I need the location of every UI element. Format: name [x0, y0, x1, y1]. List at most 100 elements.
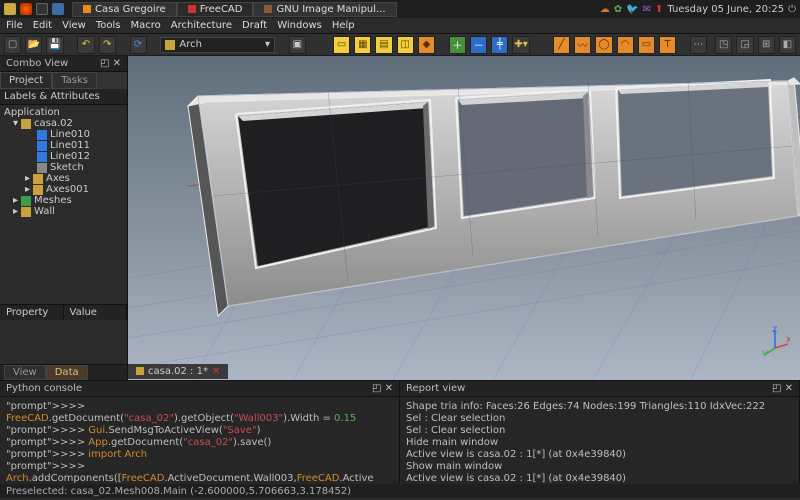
files-icon[interactable] [52, 3, 64, 15]
draft-text-icon[interactable]: T [659, 36, 676, 54]
window-tab-0[interactable]: Casa Gregoire [72, 2, 177, 17]
expander-icon[interactable]: ▾ [13, 118, 18, 129]
arch-wall-icon[interactable]: ▭ [333, 36, 350, 54]
tree-item-axes001[interactable]: ▸Axes001 [2, 184, 125, 195]
close-icon[interactable]: ✕ [785, 383, 793, 394]
draft-arc-icon[interactable]: ◠ [617, 36, 634, 54]
leaf-icon[interactable]: ✿ [614, 4, 622, 15]
close-icon[interactable]: ✕ [212, 366, 220, 377]
draft-rect-icon[interactable]: ▭ [638, 36, 655, 54]
menu-draft[interactable]: Draft [242, 20, 267, 31]
viewport-doc-tab[interactable]: casa.02 : 1* ✕ [128, 364, 228, 379]
tree-item-sketch[interactable]: Sketch [2, 162, 125, 173]
svg-text:y: y [762, 348, 768, 356]
menu-help[interactable]: Help [332, 20, 355, 31]
expander-icon[interactable]: ▸ [13, 206, 18, 217]
updates-icon[interactable]: ⬆ [655, 4, 663, 15]
tree-item-meshes[interactable]: ▸Meshes [2, 195, 125, 206]
tab-data[interactable]: Data [46, 365, 88, 380]
arch-remove-icon[interactable]: － [470, 36, 487, 54]
draft-line-icon[interactable]: ╱ [553, 36, 570, 54]
undo-icon[interactable]: ↶ [77, 36, 94, 54]
window-tab-label: GNU Image Manipul... [276, 4, 385, 15]
new-icon[interactable]: ▢ [4, 36, 21, 54]
save-icon[interactable]: 💾 [46, 36, 63, 54]
tab-view[interactable]: View [4, 365, 46, 380]
tree-app[interactable]: Application [2, 107, 125, 118]
python-console-body[interactable]: "prompt">>>> FreeCAD.getDocument("casa_0… [0, 397, 399, 484]
toolbar-more-icon[interactable]: ⋯ [690, 36, 707, 54]
menu-edit[interactable]: Edit [33, 20, 52, 31]
toolbar-right-2-icon[interactable]: ◲ [736, 36, 753, 54]
window-tab-2[interactable]: GNU Image Manipul... [253, 2, 396, 17]
menu-view[interactable]: View [62, 20, 86, 31]
tab-tasks[interactable]: Tasks [52, 72, 97, 89]
cloud-icon[interactable]: ☁ [600, 4, 610, 15]
model-tree[interactable]: Application ▾casa.02 Line010 Line011 Lin… [0, 105, 127, 304]
undock-icon[interactable]: ◰ [372, 383, 381, 394]
expander-icon[interactable]: ▸ [25, 184, 30, 195]
window-tab-1[interactable]: FreeCAD [177, 2, 254, 17]
undock-icon[interactable]: ◰ [772, 383, 781, 394]
toolbar-right-3-icon[interactable]: ⊞ [758, 36, 775, 54]
tree-doc[interactable]: ▾casa.02 [2, 118, 125, 129]
mesh-icon [21, 196, 31, 206]
python-console-title: Python console ◰ ✕ [0, 381, 399, 397]
menu-file[interactable]: File [6, 20, 23, 31]
report-view-body[interactable]: Shape tria info: Faces:26 Edges:74 Nodes… [400, 397, 799, 484]
menu-macro[interactable]: Macro [130, 20, 160, 31]
macro-record-icon[interactable]: ▣ [289, 36, 306, 54]
app-icon [188, 5, 196, 13]
arch-section-icon[interactable]: ✚▾ [512, 36, 529, 54]
report-view: Report view ◰ ✕ Shape tria info: Faces:2… [400, 381, 800, 484]
tree-item-wall[interactable]: ▸Wall [2, 206, 125, 217]
arch-site-icon[interactable]: ◆ [418, 36, 435, 54]
tree-item-line012[interactable]: Line012 [2, 151, 125, 162]
terminal-icon[interactable] [36, 3, 48, 15]
tree-item-line011[interactable]: Line011 [2, 140, 125, 151]
toolbar-right-1-icon[interactable]: ◳ [715, 36, 732, 54]
clock[interactable]: Tuesday 05 June, 20:25 [667, 4, 784, 15]
ubuntu-icon[interactable] [4, 3, 16, 15]
app-icon [83, 5, 91, 13]
close-icon[interactable]: ✕ [385, 383, 393, 394]
axis-gizmo[interactable]: xyz [760, 326, 790, 356]
expander-icon[interactable]: ▸ [13, 195, 18, 206]
pane-buttons: ◰ ✕ [100, 58, 121, 69]
main-area: Combo View ◰ ✕ Project Tasks Labels & At… [0, 56, 800, 380]
arch-building-icon[interactable]: ◫ [397, 36, 414, 54]
close-icon[interactable]: ✕ [113, 58, 121, 69]
firefox-icon[interactable] [20, 3, 32, 15]
3d-viewport[interactable]: xyz casa.02 : 1* ✕ [128, 56, 800, 380]
open-icon[interactable]: 📂 [25, 36, 42, 54]
viewport-doc-label: casa.02 : 1* [148, 366, 208, 377]
tab-project[interactable]: Project [0, 72, 52, 89]
tree-item-line010[interactable]: Line010 [2, 129, 125, 140]
refresh-icon[interactable]: ⟳ [130, 36, 147, 54]
toolbar-right-4-icon[interactable]: ◧ [779, 36, 796, 54]
bird-icon[interactable]: 🐦 [626, 4, 638, 15]
draft-wire-icon[interactable]: 〰 [574, 36, 591, 54]
arch-structure-icon[interactable]: ▦ [354, 36, 371, 54]
expander-icon[interactable]: ▸ [25, 173, 30, 184]
arch-floor-icon[interactable]: ▤ [375, 36, 392, 54]
svg-text:z: z [772, 326, 777, 335]
status-text: Preselected: casa_02.Mesh008.Main (-2.60… [6, 486, 351, 497]
redo-icon[interactable]: ↷ [99, 36, 116, 54]
undock-icon[interactable]: ◰ [100, 58, 109, 69]
chat-icon[interactable]: ✉ [643, 4, 651, 15]
tree-item-axes[interactable]: ▸ Axes [2, 173, 125, 184]
system-tray: ☁ ✿ 🐦 ✉ ⬆ Tuesday 05 June, 20:25 ⏻ [600, 4, 796, 15]
draft-circle-icon[interactable]: ◯ [595, 36, 612, 54]
menu-architecture[interactable]: Architecture [171, 20, 232, 31]
pane-buttons: ◰ ✕ [372, 383, 393, 394]
menu-windows[interactable]: Windows [277, 20, 322, 31]
menu-tools[interactable]: Tools [96, 20, 121, 31]
workbench-selector[interactable]: Arch ▾ [160, 37, 275, 53]
arch-add-icon[interactable]: ＋ [449, 36, 466, 54]
combo-view: Combo View ◰ ✕ Project Tasks Labels & At… [0, 56, 128, 380]
tree-item-label: Axes [46, 173, 70, 184]
tree-item-label: Sketch [50, 162, 84, 173]
arch-axis-icon[interactable]: ╪ [491, 36, 508, 54]
shutdown-icon[interactable]: ⏻ [788, 4, 796, 15]
